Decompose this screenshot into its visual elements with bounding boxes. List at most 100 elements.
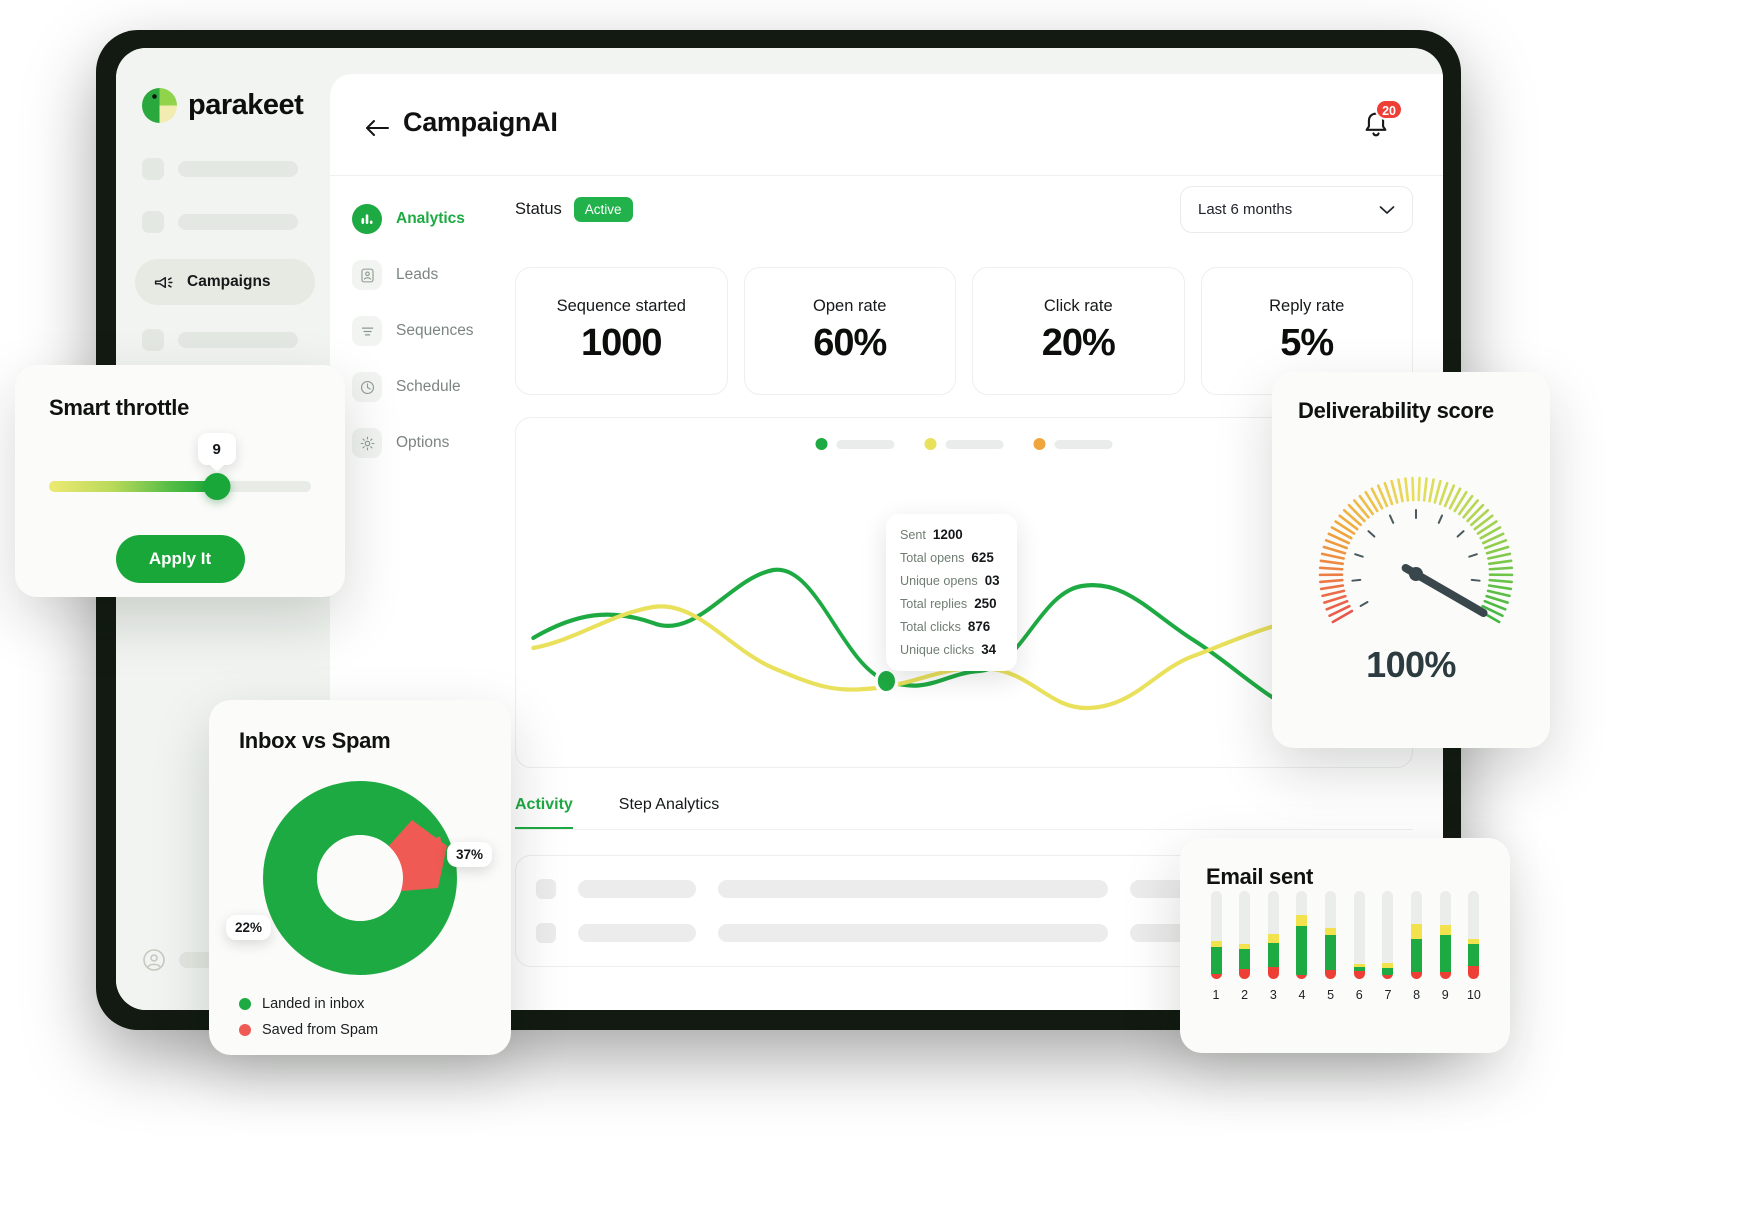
bar-column: 10 [1464, 891, 1484, 1002]
bar-segment-red [1468, 965, 1480, 979]
placeholder-text [718, 924, 1108, 942]
tooltip-key: Total replies [900, 597, 968, 611]
bar-segment-red [1353, 971, 1365, 979]
tooltip-row: Total replies 250 [900, 596, 1003, 611]
subnav-label: Schedule [396, 378, 461, 395]
tooltip-key: Unique clicks [900, 643, 975, 657]
user-circle-icon [143, 949, 165, 971]
brand-name: parakeet [188, 89, 304, 121]
tooltip-value: 876 [967, 619, 991, 634]
subnav-item-sequences[interactable]: Sequences [352, 314, 502, 348]
placeholder-label [178, 161, 298, 177]
sidebar-item-campaigns[interactable]: Campaigns [135, 259, 315, 305]
tab-step-analytics[interactable]: Step Analytics [619, 796, 720, 829]
tooltip-key: Total opens [900, 551, 965, 565]
status-row: Status Active Last 6 months [515, 186, 1413, 233]
kpi-title: Click rate [1043, 297, 1113, 315]
tooltip-key: Sent [900, 528, 926, 542]
notification-badge: 20 [1375, 99, 1403, 120]
card-title: Inbox vs Spam [239, 728, 391, 753]
subnav-item-schedule[interactable]: Schedule [352, 370, 502, 404]
clock-icon [352, 372, 382, 402]
kpi-card-sequence-started: Sequence started 1000 [515, 267, 728, 395]
bar-segment-green [1267, 942, 1279, 967]
placeholder-icon [142, 158, 164, 180]
contact-card-icon [352, 260, 382, 290]
subnav-label: Leads [396, 266, 439, 283]
bar-segment-green [1468, 943, 1480, 966]
subnav-item-leads[interactable]: Leads [352, 258, 502, 292]
bar-stack [1382, 891, 1394, 979]
back-button[interactable] [364, 117, 390, 139]
bar-column: 7 [1378, 891, 1398, 1002]
megaphone-icon [154, 276, 173, 288]
legend-item: Saved from Spam [239, 1022, 481, 1038]
bar-label: 4 [1298, 988, 1306, 1002]
bar-chart: 1 2 3 4 5 6 7 8 9 10 [1206, 891, 1484, 1002]
notifications-button[interactable]: 20 [1359, 99, 1403, 142]
sidebar-placeholder-item [142, 158, 298, 180]
slider-knob[interactable] [203, 473, 231, 500]
inbox-vs-spam-card: Inbox vs Spam 37% 22% Landed in inbox Sa… [209, 700, 511, 1055]
bar-column: 2 [1235, 891, 1255, 1002]
bar-segment-red [1267, 966, 1279, 979]
tooltip-row: Sent 1200 [900, 527, 1003, 542]
subnav-item-options[interactable]: Options [352, 426, 502, 460]
tooltip-value: 250 [974, 596, 997, 611]
bar-stack [1267, 891, 1279, 979]
kpi-value: 5% [1280, 322, 1334, 364]
throttle-slider[interactable]: 9 [49, 433, 311, 500]
bar-segment-red [1239, 969, 1251, 979]
sidebar-placeholder-item [142, 211, 298, 233]
card-title: Deliverability score [1298, 398, 1494, 423]
tooltip-row: Total clicks 876 [900, 619, 1003, 634]
placeholder-text [718, 880, 1108, 898]
slider-fill [49, 481, 217, 492]
card-title: Email sent [1206, 864, 1314, 889]
gear-icon [352, 428, 382, 458]
bar-label: 2 [1241, 988, 1249, 1002]
tooltip-value: 34 [981, 642, 997, 657]
bar-segment-red [1382, 974, 1394, 979]
bar-column: 3 [1263, 891, 1283, 1002]
slider-value-bubble: 9 [197, 433, 236, 465]
bar-column: 5 [1321, 891, 1341, 1002]
status-label: Status [515, 200, 562, 218]
bar-label: 8 [1413, 988, 1421, 1002]
arrow-left-icon [366, 120, 389, 136]
placeholder-icon [536, 923, 556, 943]
tooltip-row: Unique clicks 34 [900, 642, 1003, 657]
bar-segment-yellow [1267, 933, 1279, 943]
bar-segment-red [1411, 972, 1423, 979]
page-title: CampaignAI [403, 107, 558, 137]
legend-color-dot [239, 1024, 251, 1036]
tab-activity[interactable]: Activity [515, 796, 573, 829]
legend-label: Landed in inbox [262, 996, 365, 1012]
placeholder-text [578, 924, 696, 942]
subnav-item-analytics[interactable]: Analytics [352, 202, 502, 236]
bar-column: 1 [1206, 891, 1226, 1002]
bar-segment-yellow [1296, 915, 1308, 927]
bar-segment-yellow [1325, 928, 1337, 936]
subnav-label: Analytics [396, 210, 465, 227]
placeholder-icon [142, 329, 164, 351]
brand: parakeet [142, 88, 304, 123]
bar-label: 5 [1327, 988, 1335, 1002]
bar-segment-yellow [1411, 924, 1423, 940]
date-range-select[interactable]: Last 6 months [1180, 186, 1413, 233]
donut-label-inbox: 22% [226, 915, 272, 940]
apply-it-button[interactable]: Apply It [115, 535, 245, 583]
kpi-card-click-rate: Click rate 20% [972, 267, 1185, 395]
bar-column: 8 [1407, 891, 1427, 1002]
gauge-chart-svg [1318, 476, 1514, 624]
chart-tooltip: Sent 1200 Total opens 625 Unique opens 0… [886, 514, 1017, 671]
email-sent-card: Email sent 1 2 3 4 5 6 7 8 9 10 [1180, 838, 1510, 1053]
bar-stack [1325, 891, 1337, 979]
bar-stack [1411, 891, 1423, 979]
placeholder-label [178, 214, 298, 230]
tooltip-row: Total opens 625 [900, 550, 1003, 565]
bar-segment-green [1411, 939, 1423, 973]
donut-legend: Landed in inbox Saved from Spam [239, 996, 481, 1038]
bar-label: 3 [1269, 988, 1277, 1002]
bar-segment-green [1439, 935, 1451, 973]
